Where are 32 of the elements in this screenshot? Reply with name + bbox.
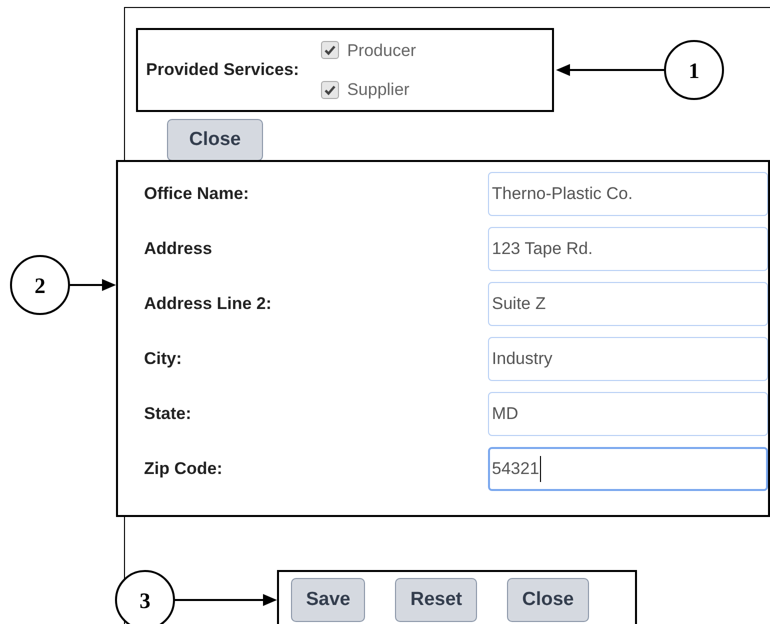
field-label: Office Name: (144, 183, 250, 206)
field-value: 123 Tape Rd. (492, 238, 593, 260)
callout-number: 1 (664, 40, 724, 100)
callout-number: 3 (115, 570, 175, 624)
input-field[interactable]: 54321 (488, 447, 768, 491)
callout-number: 2 (10, 255, 70, 315)
field-label: Zip Code: (144, 458, 224, 480)
checkbox[interactable] (321, 41, 340, 60)
field-label: State: (144, 403, 192, 426)
check-icon (324, 44, 336, 56)
checkbox[interactable] (321, 80, 340, 99)
field-label: Address (144, 238, 214, 260)
checkbox-label: Supplier (347, 79, 410, 101)
input-field[interactable]: MD (488, 392, 768, 436)
save-button[interactable]: Save (291, 578, 366, 622)
close-button[interactable]: Close (167, 119, 263, 161)
field-label: City: (144, 348, 183, 370)
reset-button[interactable]: Reset (395, 578, 478, 622)
field-label: Address Line 2: (144, 293, 273, 316)
input-field[interactable]: 123 Tape Rd. (488, 227, 768, 271)
field-value: Suite Z (492, 293, 546, 316)
close-button[interactable]: Close (507, 578, 589, 622)
field-value: Therno-Plastic Co. (492, 183, 633, 206)
field-label: Provided Services: (146, 59, 300, 82)
input-field[interactable]: Therno-Plastic Co. (488, 172, 768, 216)
checkbox-label: Producer (347, 40, 416, 62)
field-value: MD (492, 403, 518, 426)
field-value: Industry (492, 348, 552, 370)
input-field[interactable]: Suite Z (488, 282, 768, 326)
field-value: 54321 (492, 456, 542, 482)
input-field[interactable]: Industry (488, 337, 768, 381)
check-icon (324, 84, 336, 96)
